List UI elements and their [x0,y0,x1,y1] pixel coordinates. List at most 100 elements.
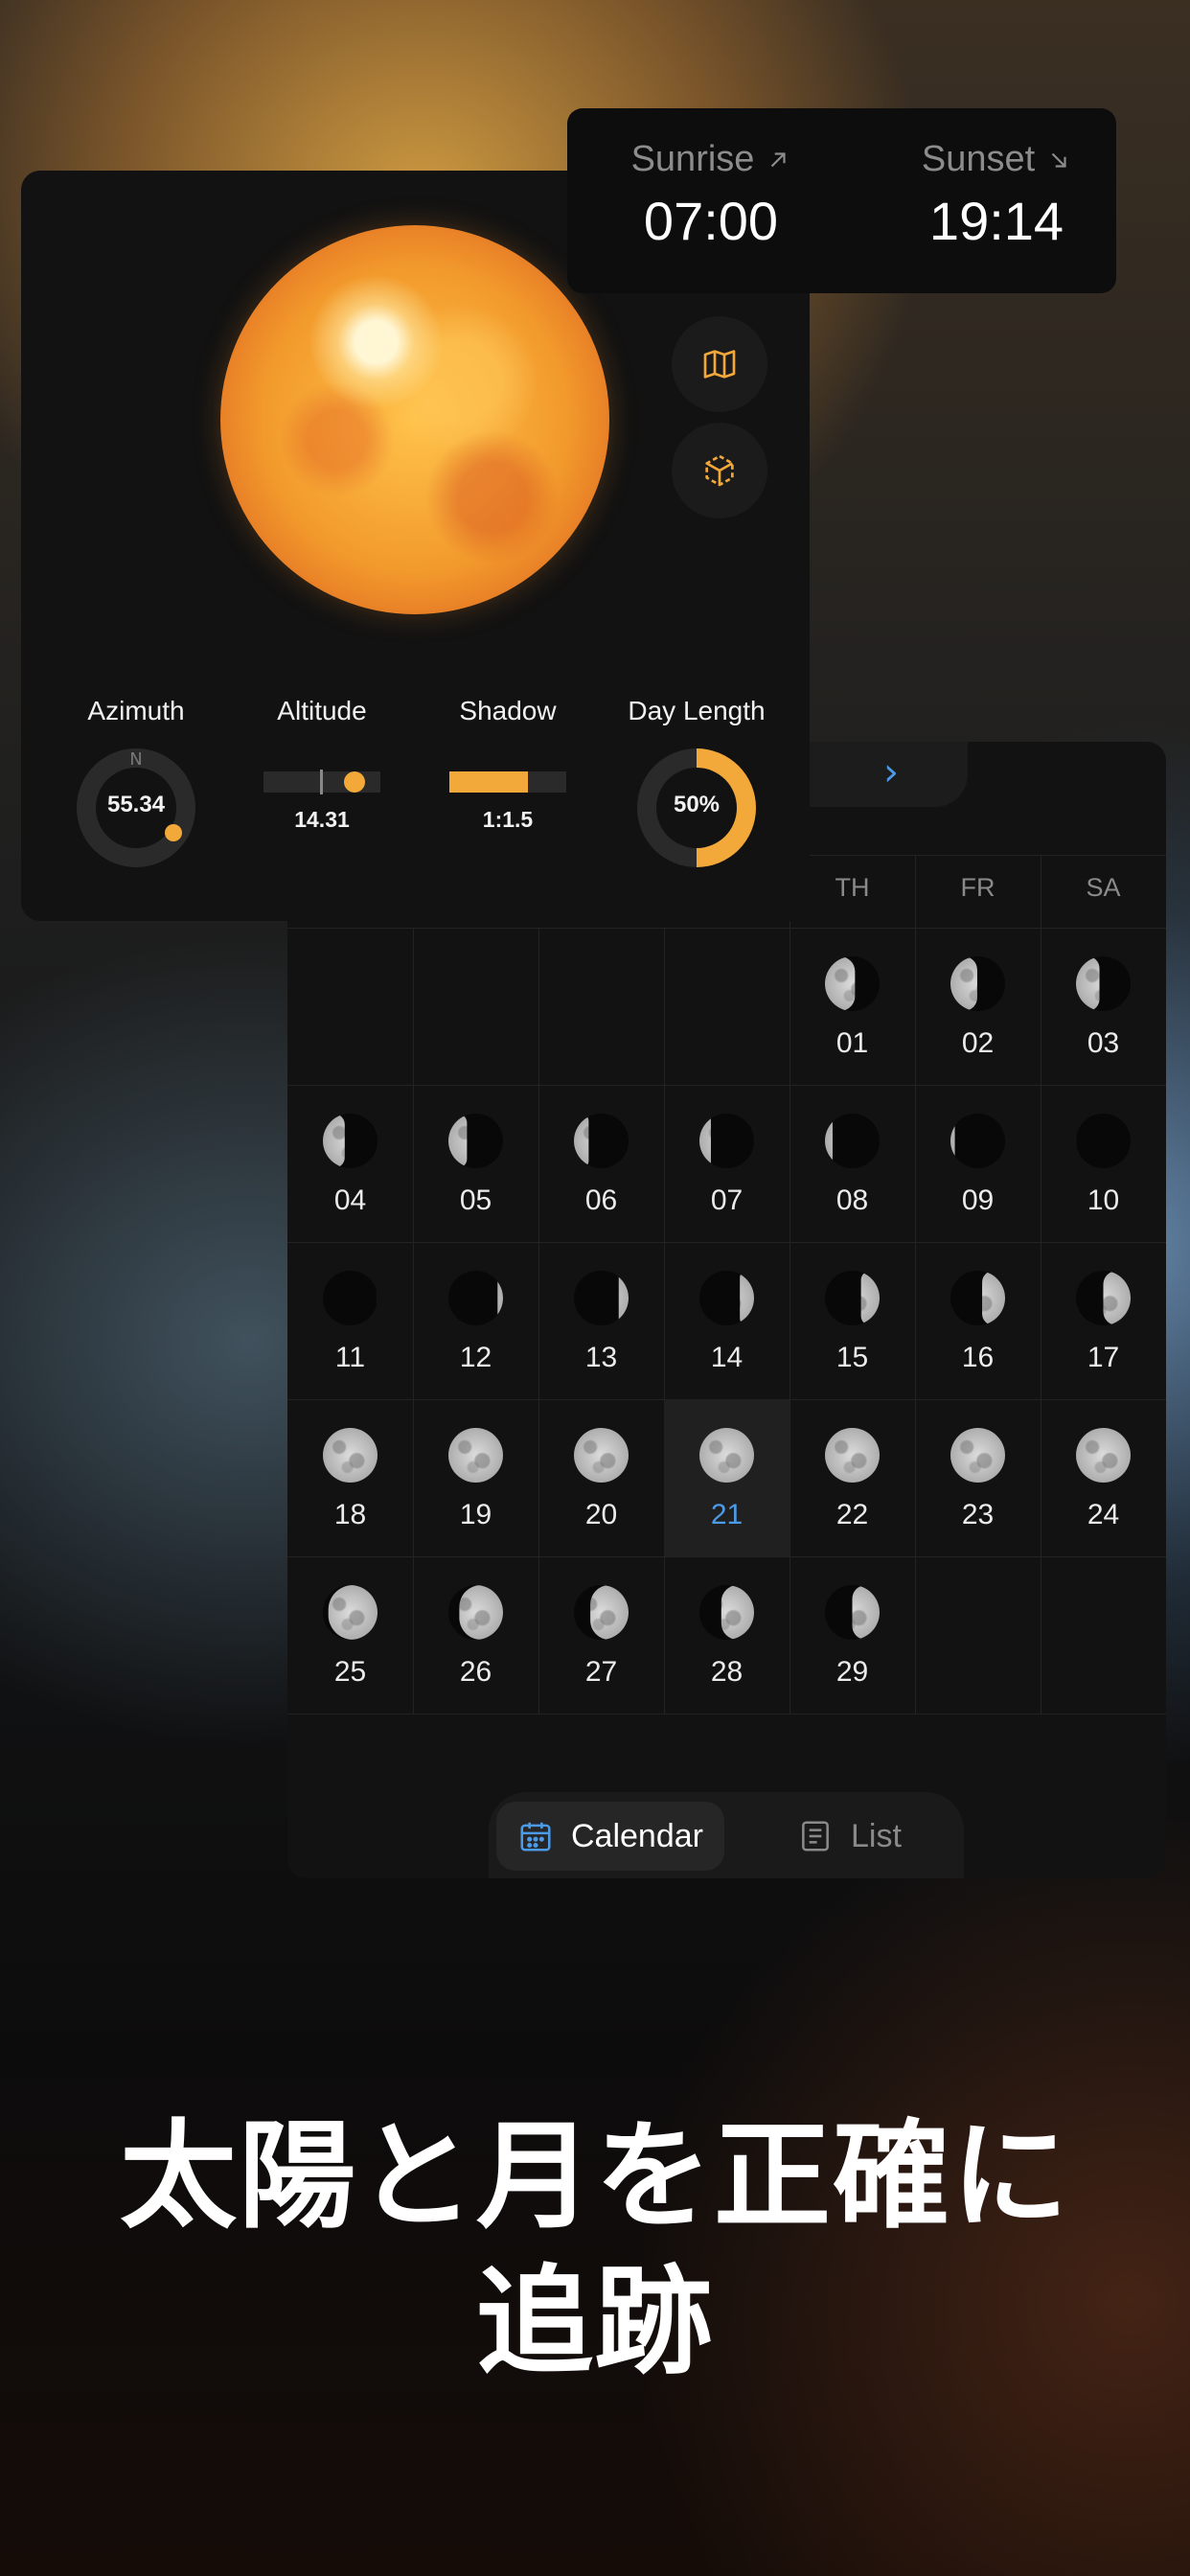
tab-calendar-label: Calendar [571,1817,703,1854]
calendar-day[interactable]: 17 [1041,1242,1166,1399]
calendar-day[interactable]: 19 [413,1399,538,1556]
map-icon [703,350,736,379]
calendar-day-number: 16 [961,1342,995,1373]
calendar-day[interactable]: 27 [538,1556,664,1714]
calendar-day[interactable]: 26 [413,1556,538,1714]
calendar-day[interactable]: 18 [287,1399,413,1556]
calendar-day-number: 06 [584,1184,618,1216]
calendar-day[interactable]: 16 [915,1242,1041,1399]
weekday-sa: SA [1086,873,1121,902]
calendar-day[interactable]: 12 [413,1242,538,1399]
calendar-day[interactable]: 07 [664,1085,790,1242]
weekday-fr: FR [960,873,995,902]
moon-phase-icon [323,1271,378,1325]
calendar-day[interactable]: 04 [287,1085,413,1242]
sunrise-time: 07:00 [643,191,779,251]
calendar-day-number: 23 [961,1499,995,1530]
sunset-label: Sunset [921,139,1036,179]
calendar-day-number: 19 [459,1499,492,1530]
altitude-horizon-tick [320,770,323,794]
moon-phase-icon [950,1428,1005,1483]
moon-phase-icon [699,1114,754,1168]
moon-phase-icon [574,1114,629,1168]
sunset-block: Sunset 19:14 [872,139,1121,252]
shadow-bar-fill [449,771,528,793]
shadow-label: Shadow [459,696,557,725]
azimuth-indicator [165,824,182,841]
calendar-day[interactable]: 09 [915,1085,1041,1242]
calendar-day[interactable]: 23 [915,1399,1041,1556]
calendar-day[interactable]: 29 [790,1556,915,1714]
moon-phase-icon [699,1585,754,1640]
calendar-day-number: 28 [710,1656,744,1688]
calendar-day[interactable]: 13 [538,1242,664,1399]
grid-hline [790,855,1166,856]
calendar-day[interactable]: 01 [790,928,915,1085]
map-button[interactable] [672,316,767,412]
moon-phase-icon [574,1271,629,1325]
cube-icon [705,454,734,487]
next-month-chevron-icon[interactable]: › [862,744,920,801]
calendar-day-number: 20 [584,1499,618,1530]
calendar-day[interactable]: 14 [664,1242,790,1399]
moon-phase-icon [323,1114,378,1168]
calendar-day[interactable]: 08 [790,1085,915,1242]
calendar-day-today[interactable]: 21 [664,1399,790,1556]
calendar-day-number: 14 [710,1342,744,1373]
calendar-day-number: 10 [1087,1184,1120,1216]
tab-calendar[interactable]: Calendar [496,1802,724,1871]
calendar-day-number: 15 [835,1342,869,1373]
moon-phase-icon [1076,956,1131,1011]
tab-list-label: List [851,1817,902,1854]
azimuth-value: 55.34 [106,792,166,817]
calendar-day[interactable]: 05 [413,1085,538,1242]
calendar-day-number: 25 [333,1656,367,1688]
altitude-value: 14.31 [294,807,350,832]
calendar-day-number: 18 [333,1499,367,1530]
ar-cube-button[interactable] [672,423,767,518]
sunrise-label: Sunrise [630,139,755,179]
tab-list[interactable]: List [776,1802,923,1871]
moon-phase-icon [323,1428,378,1483]
altitude-label: Altitude [277,696,367,725]
moon-phase-icon [448,1428,503,1483]
calendar-day-number: 12 [459,1342,492,1373]
moon-phase-icon [574,1585,629,1640]
calendar-day[interactable]: 20 [538,1399,664,1556]
calendar-day-number: 08 [835,1184,869,1216]
azimuth-north-marker: N [129,749,143,770]
sunset-time: 19:14 [928,191,1064,251]
calendar-day-number: 04 [333,1184,367,1216]
altitude-indicator [344,771,365,793]
calendar-day[interactable]: 02 [915,928,1041,1085]
calendar-day[interactable]: 25 [287,1556,413,1714]
moon-phase-icon [448,1585,503,1640]
calendar-day[interactable]: 10 [1041,1085,1166,1242]
sunrise-sunset-card: Sunrise 07:00 Sunset 19:14 [567,108,1116,293]
calendar-day[interactable]: 28 [664,1556,790,1714]
calendar-day-number: 13 [584,1342,618,1373]
day-length-value: 50% [673,792,721,817]
list-icon [802,1821,829,1852]
moon-phase-icon [825,956,880,1011]
calendar-day[interactable]: 24 [1041,1399,1166,1556]
moon-phase-icon [1076,1114,1131,1168]
calendar-day[interactable]: 11 [287,1242,413,1399]
moon-phase-icon [699,1428,754,1483]
calendar-day[interactable]: 06 [538,1085,664,1242]
calendar-day[interactable]: 22 [790,1399,915,1556]
moon-phase-icon [825,1271,880,1325]
moon-phase-icon [1076,1271,1131,1325]
azimuth-label: Azimuth [87,696,185,725]
arrow-down-right-icon [1051,152,1066,168]
calendar-day-number: 27 [584,1656,618,1688]
view-switcher: Calendar List [489,1792,964,1878]
calendar-day[interactable]: 03 [1041,928,1166,1085]
calendar-day[interactable]: 15 [790,1242,915,1399]
moon-phase-icon [950,1114,1005,1168]
moon-phase-icon [323,1585,378,1640]
calendar-day-number: 01 [835,1027,869,1059]
moon-phase-icon [1076,1428,1131,1483]
calendar-icon [520,1822,551,1852]
calendar-day-number: 11 [334,1342,366,1373]
